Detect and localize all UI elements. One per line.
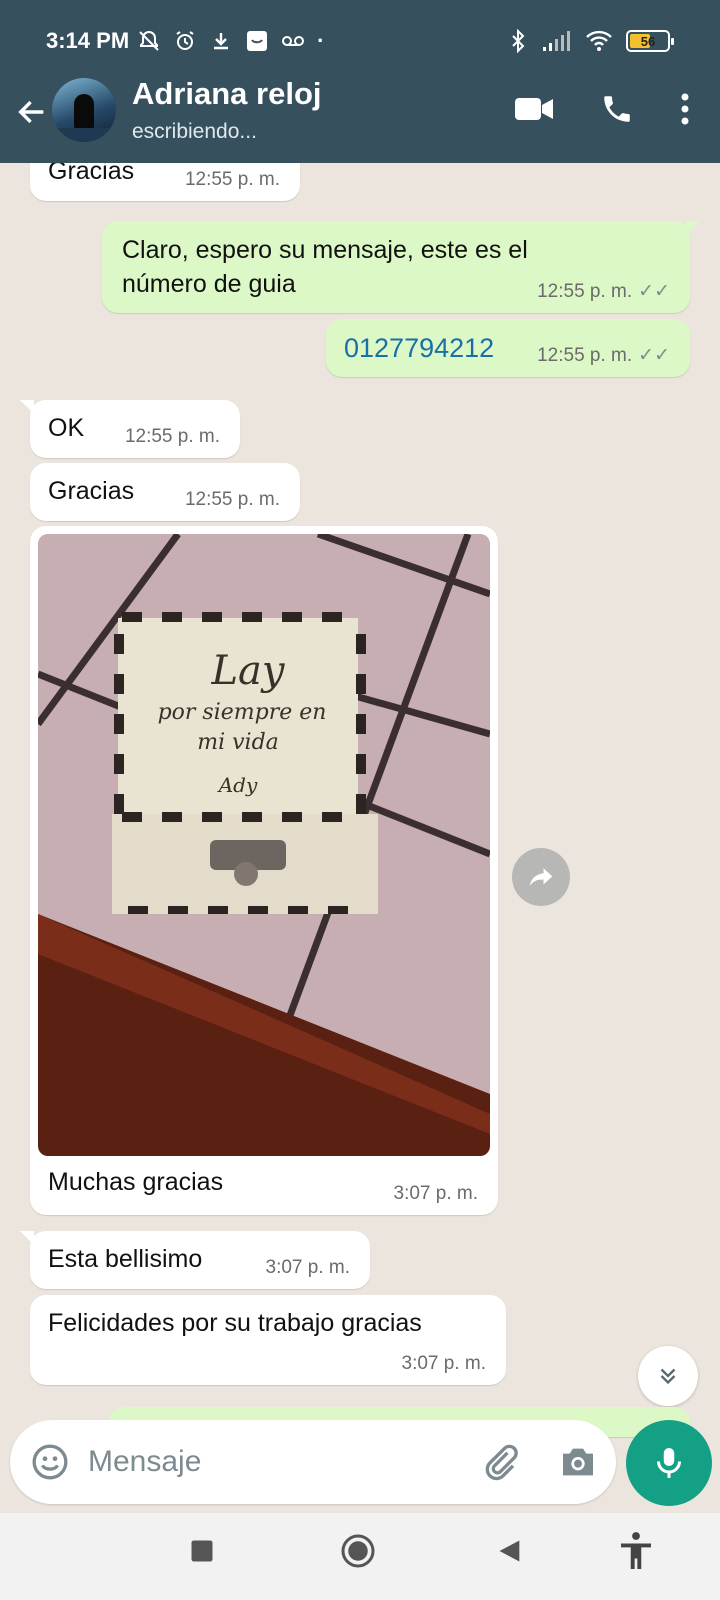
home-icon[interactable] [340, 1533, 376, 1569]
engraving-line-1: Lay [210, 648, 285, 694]
wifi-icon [586, 30, 612, 51]
message-text: Esta bellisimo [48, 1245, 203, 1273]
message-time: 12:55 p. m. [537, 344, 633, 366]
emoji-icon[interactable] [30, 1442, 70, 1482]
message-time: 12:55 p. m. [184, 489, 280, 510]
chat-area[interactable]: Gracias 12:55 p. m. Claro, espero su men… [0, 163, 720, 1513]
message-time: 12:55 p. m. [124, 426, 220, 447]
download-icon [214, 33, 229, 50]
message-text: Gracias [48, 477, 135, 505]
attach-icon[interactable] [480, 1442, 520, 1482]
recents-icon[interactable] [188, 1537, 216, 1565]
double-check-icon: ✓✓ [638, 281, 670, 302]
back-button[interactable] [12, 92, 52, 132]
message-outgoing[interactable]: Claro, espero su mensaje, este es el núm… [102, 221, 700, 313]
alarm-icon [176, 31, 194, 50]
microphone-icon [657, 1448, 681, 1478]
message-incoming-photo[interactable]: Lay por siempre en mi vida Ady Muchas gr… [30, 526, 498, 1215]
video-call-icon[interactable] [514, 95, 554, 123]
system-navigation-bar [0, 1513, 720, 1600]
message-incoming[interactable]: Gracias 12:55 p. m. [30, 163, 300, 201]
message-text: Claro, espero su mensaje, este es el núm… [122, 236, 528, 298]
contact-name[interactable]: Adriana reloj [132, 76, 322, 112]
message-incoming[interactable]: Esta bellisimo 3:07 p. m. [20, 1231, 370, 1289]
message-text: Muchas gracias [48, 1168, 224, 1196]
forward-button[interactable] [512, 848, 570, 906]
message-time: 3:07 p. m. [393, 1183, 479, 1204]
double-check-icon: ✓✓ [638, 345, 670, 366]
engraving-line-2: por siempre en [158, 700, 327, 725]
scroll-to-bottom-button[interactable] [638, 1346, 698, 1406]
status-time: 3:14 PM [46, 28, 130, 53]
accessibility-icon[interactable] [618, 1531, 654, 1571]
message-text: OK [48, 414, 85, 442]
engraving-line-3: mi vida [197, 730, 279, 755]
dot-icon: · [317, 28, 325, 53]
back-nav-icon[interactable] [496, 1537, 524, 1565]
chat-header: 3:14 PM · 56 Adriana reloj escribiendo..… [0, 0, 720, 163]
contact-avatar[interactable] [52, 78, 116, 142]
message-time: 12:55 p. m. [537, 280, 633, 302]
notification-app-icon [247, 31, 268, 51]
message-text: Felicidades por su trabajo gracias [48, 1309, 422, 1337]
message-text: Gracias [48, 163, 135, 185]
message-time: 3:07 p. m. [265, 1257, 351, 1278]
message-incoming[interactable]: OK 12:55 p. m. [20, 400, 240, 458]
camera-icon[interactable] [558, 1442, 598, 1482]
photo-attachment[interactable]: Lay por siempre en mi vida Ady [38, 534, 490, 1156]
status-bar: 3:14 PM · 56 [46, 24, 674, 58]
more-options-icon[interactable] [680, 92, 690, 126]
message-incoming[interactable]: Gracias 12:55 p. m. [30, 463, 300, 521]
tracking-number-link[interactable]: 0127794212 [344, 333, 494, 364]
voice-record-button[interactable] [626, 1420, 712, 1506]
battery-icon: 56 [626, 30, 674, 52]
message-time: 12:55 p. m. [184, 169, 280, 190]
battery-level: 56 [640, 33, 656, 49]
phone-call-icon[interactable] [600, 92, 634, 126]
message-outgoing[interactable]: 0127794212 12:55 p. m. ✓✓ [326, 319, 690, 377]
double-chevron-down-icon [660, 1368, 676, 1385]
photo-wooden-box: Lay por siempre en mi vida Ady [38, 534, 490, 1156]
forward-arrow-icon [529, 868, 553, 886]
bluetooth-icon [512, 29, 525, 53]
muted-bell-icon [139, 30, 159, 51]
arrow-left-icon [18, 100, 44, 124]
voicemail-icon [282, 36, 305, 46]
message-time: 3:07 p. m. [401, 1353, 487, 1374]
signal-icon [543, 31, 570, 51]
contact-status: escribiendo... [132, 120, 257, 143]
message-incoming[interactable]: Felicidades por su trabajo gracias 3:07 … [30, 1295, 506, 1385]
message-input[interactable] [88, 1436, 448, 1488]
message-composer [10, 1420, 616, 1504]
engraving-sign: Ady [217, 773, 258, 797]
